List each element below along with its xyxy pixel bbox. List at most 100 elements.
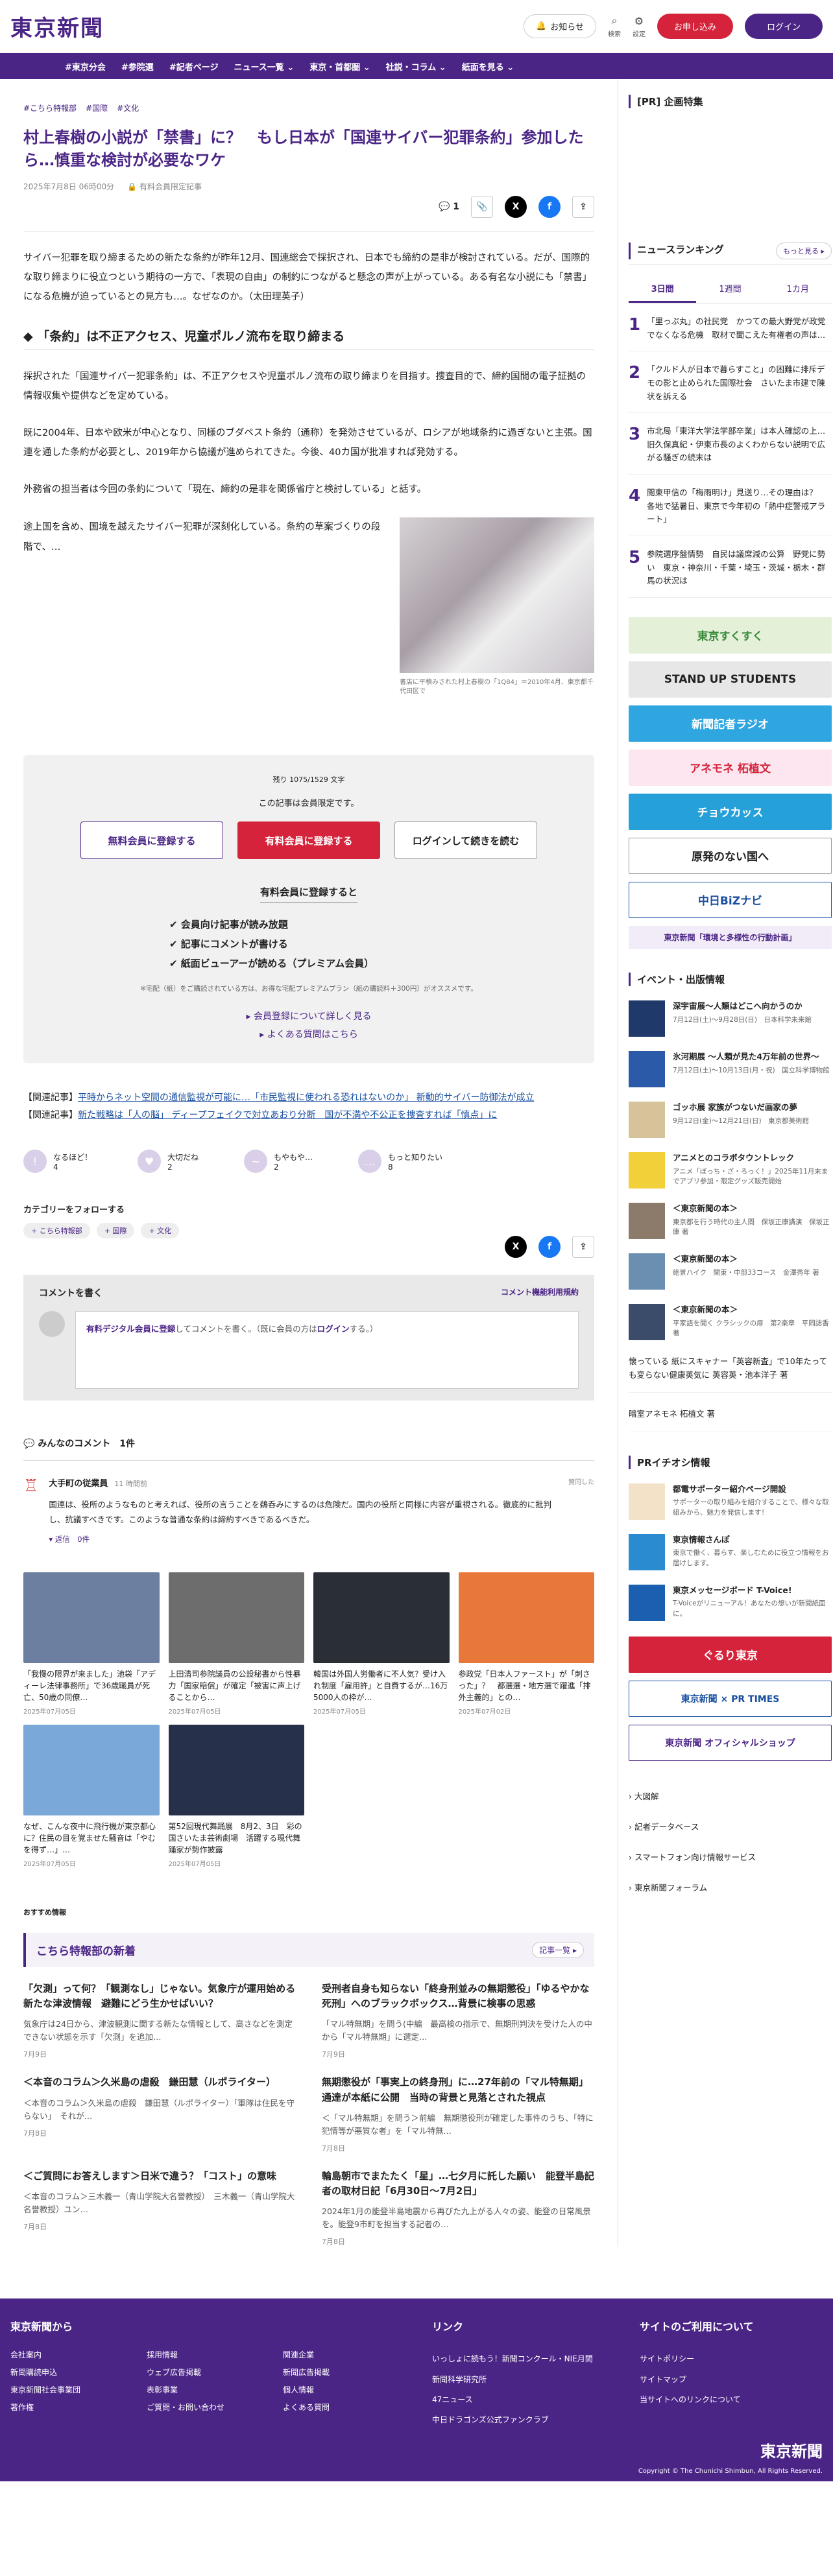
footer-link[interactable]: 新聞購読申込	[10, 2367, 127, 2378]
tab-1week[interactable]: 1週間	[696, 282, 764, 303]
news-item[interactable]: 輪島朝市でまたたく「星」…七夕月に託した願い 能登半島記者の取材日記「6月30日…	[322, 2169, 594, 2247]
related-link[interactable]: 新た戦略は「人の脳」 ディープフェイクで対立あおり分断 国が不満や不公正を捜査す…	[78, 1110, 497, 1120]
footer-link[interactable]: 表彰事業	[147, 2384, 263, 2395]
book-link[interactable]: 暗室アネモネ 柘植文 著	[629, 1407, 832, 1432]
news-item[interactable]: 無期懲役が「事実上の終身刑」に…27年前の「マル特無期」通達が本紙に公開 当時の…	[322, 2075, 594, 2153]
login-button[interactable]: ログイン	[744, 14, 823, 39]
article-tag[interactable]: #文化	[117, 102, 139, 113]
footer-link[interactable]: サイトマップ	[640, 2370, 808, 2390]
ranking-item[interactable]: 3 市北局「東洋大学法学部卒業」は本人確認の上…旧久保真紀・伊東市長のよくわからな…	[629, 425, 832, 475]
comment-rules-link[interactable]: コメント機能利用規約	[501, 1286, 579, 1299]
reaction-button[interactable]: ~ もやもや… 2	[244, 1150, 313, 1174]
footer-link[interactable]: いっしょに読もう！新聞コンクール・NIE月間	[432, 2349, 640, 2369]
event-item[interactable]: ゴッホ展 家族がつないだ画家の夢 9月12日(金)〜12月21日(日) 東京都美術…	[629, 1101, 832, 1138]
banner-action-plan[interactable]: 東京新聞「環境と多様性の行動計画」	[629, 925, 832, 949]
news-item[interactable]: 受刑者自身も知らない「終身刑並みの無期懲役」「ゆるやかな死刑」へのブラックボック…	[322, 1981, 594, 2060]
follow-tag-button[interactable]: + 国際	[96, 1223, 135, 1239]
ranking-item[interactable]: 4 閲東甲信の「梅雨明け」見送り…その理由は？ 各地で猛暑日、東京で今年初の「熱中…	[629, 486, 832, 536]
login-continue-button[interactable]: ログインして続きを読む	[394, 821, 537, 860]
nav-item[interactable]: #参院選	[121, 60, 154, 73]
footer-link[interactable]: 会社案内	[10, 2349, 127, 2360]
reaction-button[interactable]: ! なるほど！ 4	[23, 1150, 92, 1174]
article-list-link[interactable]: 記事一覧 ▸	[532, 1941, 584, 1958]
footer-link[interactable]: よくある質問	[283, 2402, 400, 2413]
facebook-share-icon[interactable]: f	[538, 195, 561, 218]
comment-count-button[interactable]: 💬 1	[439, 202, 459, 212]
footer-link[interactable]: ご質問・お問い合わせ	[147, 2402, 263, 2413]
footer-link[interactable]: 当サイトへのリンクについて	[640, 2390, 808, 2410]
comment-login-link[interactable]: ログイン	[317, 1324, 350, 1334]
news-item[interactable]: 「欠測」って何？「観測なし」じゃない。気象庁が運用始める新たな津波情報 避難にど…	[23, 1981, 296, 2060]
book-item[interactable]: ＜東京新聞の本＞ 平家語を聞く クラシックの扉 第2楽章 平岡誌香 著	[629, 1303, 832, 1340]
follow-tag-button[interactable]: + こちら特報部	[23, 1223, 90, 1239]
search-button[interactable]: ⌕ 検索	[608, 14, 621, 38]
footer-link[interactable]: 新聞科学研究所	[432, 2370, 640, 2390]
nav-item[interactable]: #記者ページ	[169, 60, 219, 73]
footer-link[interactable]: 47ニュース	[432, 2390, 640, 2410]
footer-link[interactable]: 著作権	[10, 2402, 127, 2413]
reaction-button[interactable]: … もっと知りたい 8	[358, 1150, 442, 1174]
pr-item[interactable]: 東京情報さんぽ 東京で働く、暮らす、楽しむために役立つ情報をお届けします。	[629, 1533, 832, 1570]
banner-bizNavi[interactable]: 中日BiZナビ	[629, 881, 832, 918]
nav-item[interactable]: 紙面を見る ⌄	[462, 60, 514, 73]
share-icon[interactable]: ⇪	[572, 195, 594, 218]
banner-radio[interactable]: 新聞記者ラジオ	[629, 705, 832, 742]
banner-gururi[interactable]: ぐるり東京	[629, 1636, 832, 1673]
banner-shop[interactable]: 東京新聞 オフィシャルショップ	[629, 1724, 832, 1761]
nav-item[interactable]: 東京・首都圏 ⌄	[309, 60, 370, 73]
article-tag[interactable]: #国際	[86, 102, 108, 113]
banner-prtimes[interactable]: 東京新聞 × PR TIMES	[629, 1680, 832, 1717]
free-signup-button[interactable]: 無料会員に登録する	[80, 821, 223, 860]
event-item[interactable]: アニメとのコラボタウントレック アニメ「ぼっち・ざ・ろっく！」2025年11月末ま…	[629, 1152, 832, 1188]
footer-link[interactable]: 関連企業	[283, 2349, 400, 2360]
ranking-item[interactable]: 1 「里っぷ丸」の社民党 かつての最大野党が政党でなくなる危機 取材で聞こえた有権…	[629, 315, 832, 352]
ranking-item[interactable]: 2 「クルド人が日本で暮らすこと」の困難に排斥デモの影と止められた国際社会 さいた…	[629, 363, 832, 414]
pr-item[interactable]: 東京メッセージボード T-Voice! T-Voiceがリニューアル！あなたの想い…	[629, 1584, 832, 1621]
settings-button[interactable]: ⚙ 設定	[633, 15, 646, 38]
signup-button[interactable]: お申し込み	[657, 14, 733, 39]
footer-link[interactable]: ウェブ広告掲載	[147, 2367, 263, 2378]
news-card[interactable]: 第52回現代舞踊展 8月2、3日 彩の国さいたま芸術劇場 活躍する現代舞踊家が勢…	[168, 1724, 304, 1868]
book-item[interactable]: ＜東京新聞の本＞ 東京都を行う時代の主人間 保坂正康講演 保坂正康 著	[629, 1202, 832, 1239]
tab-3days[interactable]: 3日間	[629, 282, 697, 303]
article-tag[interactable]: #こちら特報部	[23, 102, 77, 113]
nav-item[interactable]: ニュース一覧 ⌄	[234, 60, 294, 73]
side-menu-link[interactable]: › 大図解	[629, 1780, 832, 1811]
faq-link[interactable]: ▸ よくある質問はこちら	[49, 1026, 568, 1044]
event-item[interactable]: 深宇宙展〜人類はどこへ向かうのか 7月12日(土)〜9月28日(日) 日本科学未来…	[629, 1000, 832, 1037]
x-share-icon[interactable]: X	[505, 1236, 527, 1258]
footer-link[interactable]: 中日ドラゴンズ公式ファンクラブ	[432, 2410, 640, 2430]
paid-signup-button[interactable]: 有料会員に登録する	[237, 821, 380, 860]
footer-link[interactable]: 新聞広告掲載	[283, 2367, 400, 2378]
footer-link[interactable]: 個人情報	[283, 2384, 400, 2395]
side-menu-link[interactable]: › 東京新聞フォーラム	[629, 1872, 832, 1902]
news-card[interactable]: なぜ、こんな夜中に飛行機が東京都心に？住民の目を覚ませた騒音は「やむを得ず…」……	[23, 1724, 160, 1868]
register-link[interactable]: 有料デジタル会員に登録	[86, 1324, 175, 1334]
related-link[interactable]: 平時からネット空間の通信監視が可能に…「市民監視に使われる恐れはないのか」 新動…	[78, 1093, 534, 1103]
banner-standup[interactable]: STAND UP STUDENTS	[629, 661, 832, 698]
nav-item[interactable]: 社説・コラム ⌄	[386, 60, 446, 73]
tab-1month[interactable]: 1カ月	[764, 282, 832, 303]
reply-toggle[interactable]: ▾ 返信 0件	[49, 1533, 558, 1546]
event-item[interactable]: 氷河期展 〜人類が見た4万年前の世界〜 7月12日(土)〜10月13日(月・祝) …	[629, 1050, 832, 1087]
footer-link[interactable]: 東京新聞社会事業団	[10, 2384, 127, 2395]
ranking-more-link[interactable]: もっと見る ▸	[775, 242, 832, 259]
footer-link[interactable]: 採用情報	[147, 2349, 263, 2360]
footer-logo[interactable]: 東京新聞	[638, 2439, 823, 2461]
reaction-button[interactable]: ♥ 大切だね 2	[138, 1150, 199, 1174]
news-card[interactable]: 上田清司参院議員の公設秘書から性暴力「国家賠償」が確定「被害に声上げることから……	[168, 1572, 304, 1716]
notify-button[interactable]: 🔔 お知らせ	[524, 14, 596, 38]
banner-genpatsu[interactable]: 原発のない国へ	[629, 837, 832, 874]
clip-icon[interactable]: 📎	[471, 195, 493, 218]
book-link[interactable]: 懐っている 紙にスキャナー「英容新査」で10年たっても変らない健康英気に 英容英…	[629, 1354, 832, 1393]
news-card[interactable]: 参政党「日本人ファースト」が「刺さった」？ 都選選・地方選で躍進「排外主義的」と…	[458, 1572, 594, 1716]
article-photo[interactable]	[400, 517, 594, 674]
side-menu-link[interactable]: › 記者データベース	[629, 1811, 832, 1841]
pr-item[interactable]: 都電サポーター紹介ページ開設 サポーターの取り組みを紹介することで、様々な取組みか…	[629, 1483, 832, 1520]
x-share-icon[interactable]: X	[505, 195, 527, 218]
banner-chokatsu[interactable]: チョウカッス	[629, 793, 832, 830]
news-item[interactable]: ＜本音のコラム＞久米島の虐殺 鎌田慧（ルポライター） ＜本音のコラム＞久米島の虐殺…	[23, 2075, 296, 2153]
banner-sukusuku[interactable]: 東京すくすく	[629, 617, 832, 654]
nav-item[interactable]: #東京分会	[65, 60, 106, 73]
ranking-item[interactable]: 5 参院選序盤情勢 自民は議席減の公算 野党に勢い 東京・神奈川・千葉・埼玉・茨城…	[629, 548, 832, 598]
